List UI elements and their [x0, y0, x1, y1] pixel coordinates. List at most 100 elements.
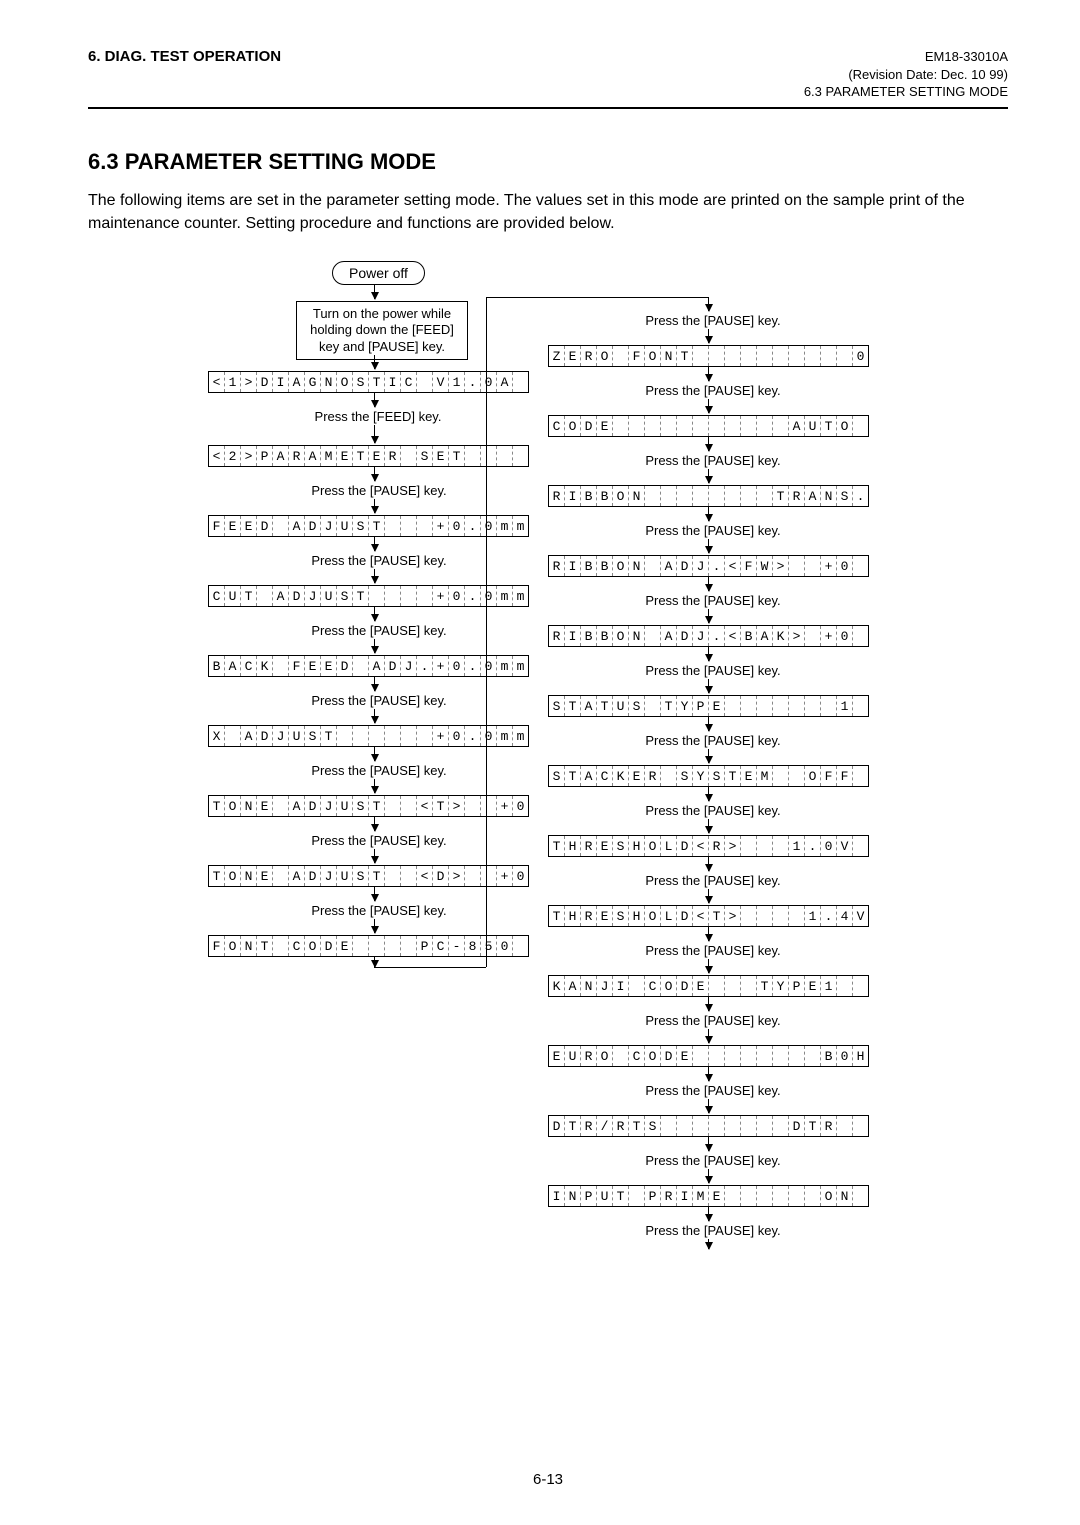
arrow-down [708, 297, 709, 311]
press-pause-label: Press the [PAUSE] key. [618, 663, 808, 678]
arrow-down [708, 857, 709, 871]
lcd-code: CODE AUTO [548, 415, 869, 437]
connector-top-h [486, 297, 708, 298]
arrow-down [374, 639, 375, 653]
intro-paragraph: The following items are set in the param… [88, 189, 1008, 235]
arrow-down [708, 787, 709, 801]
connector-v [374, 957, 375, 967]
arrow-down [708, 609, 709, 623]
lcd-ribbon-fw: RIBBON ADJ.<FW> +0 [548, 555, 869, 577]
arrow-down [374, 499, 375, 513]
arrow-down [708, 367, 709, 381]
arrow-down [708, 889, 709, 903]
press-pause-label: Press the [PAUSE] key. [618, 873, 808, 888]
arrow-down [708, 1029, 709, 1043]
press-pause-label: Press the [PAUSE] key. [284, 833, 474, 848]
arrow-down [374, 919, 375, 933]
arrow-down [708, 507, 709, 521]
connector-riser [486, 297, 487, 967]
press-pause-label: Press the [PAUSE] key. [284, 623, 474, 638]
lcd-parameter-set: <2>PARAMETER SET [208, 445, 529, 467]
arrow-down [708, 329, 709, 343]
arrow-down [708, 469, 709, 483]
arrow-down [708, 997, 709, 1011]
arrow-down [708, 399, 709, 413]
lcd-stacker: STACKER SYSTEM OFF [548, 765, 869, 787]
press-pause-label: Press the [PAUSE] key. [284, 483, 474, 498]
arrow-down [374, 817, 375, 831]
arrow-down [708, 749, 709, 763]
press-pause-label: Press the [PAUSE] key. [618, 313, 808, 328]
lcd-status-type: STATUS TYPE 1 [548, 695, 869, 717]
lcd-back-feed: BACK FEED ADJ.+0.0mm [208, 655, 529, 677]
page-number: 6-13 [88, 1471, 1008, 1488]
arrow-down [708, 1099, 709, 1113]
arrow-down [708, 437, 709, 451]
lcd-font-code: FONT CODE PC-850 [208, 935, 529, 957]
arrow-down [374, 425, 375, 443]
arrow-down [374, 285, 375, 299]
lcd-euro: EURO CODE B0H [548, 1045, 869, 1067]
lcd-zero-font: ZERO FONT 0 [548, 345, 869, 367]
flow-diagram: Power off Turn on the power while holdin… [188, 261, 908, 1441]
doc-code: EM18-33010A [804, 48, 1008, 66]
arrow-down [374, 355, 375, 369]
arrow-down [374, 779, 375, 793]
arrow-down [708, 679, 709, 693]
arrow-down [374, 537, 375, 551]
arrow-down [374, 747, 375, 761]
lcd-diagnostic: <1>DIAGNOSTIC V1.0A [208, 371, 529, 393]
arrow-down [708, 717, 709, 731]
press-pause-label: Press the [PAUSE] key. [618, 1013, 808, 1028]
press-pause-label: Press the [PAUSE] key. [618, 1083, 808, 1098]
press-pause-label: Press the [PAUSE] key. [284, 903, 474, 918]
press-pause-label: Press the [PAUSE] key. [618, 383, 808, 398]
arrow-down [708, 959, 709, 973]
press-pause-label: Press the [PAUSE] key. [284, 693, 474, 708]
doc-revision: (Revision Date: Dec. 10 99) [804, 66, 1008, 84]
press-pause-label: Press the [PAUSE] key. [618, 733, 808, 748]
lcd-tone-t: TONE ADJUST <T> +0 [208, 795, 529, 817]
press-pause-label: Press the [PAUSE] key. [618, 453, 808, 468]
lcd-ribbon-bak: RIBBON ADJ.<BAK> +0 [548, 625, 869, 647]
arrow-down [708, 1239, 709, 1249]
header-rule [88, 107, 1008, 109]
arrow-down [374, 393, 375, 407]
lcd-feed-adjust: FEED ADJUST +0.0mm [208, 515, 529, 537]
arrow-down [708, 1067, 709, 1081]
lcd-threshold-t: THRESHOLD<T> 1.4V [548, 905, 869, 927]
connector-h [374, 967, 486, 968]
arrow-down [708, 1207, 709, 1221]
arrow-down [708, 647, 709, 661]
press-feed-label: Press the [FEED] key. [288, 409, 468, 424]
lcd-cut-adjust: CUT ADJUST +0.0mm [208, 585, 529, 607]
arrow-down [708, 1137, 709, 1151]
arrow-down [374, 709, 375, 723]
lcd-input-prime: INPUT PRIME ON [548, 1185, 869, 1207]
arrow-down [374, 849, 375, 863]
lcd-tone-d: TONE ADJUST <D> +0 [208, 865, 529, 887]
arrow-down [708, 539, 709, 553]
turn-on-box: Turn on the power while holding down the… [296, 301, 468, 360]
press-pause-label: Press the [PAUSE] key. [618, 1153, 808, 1168]
section-left: 6. DIAG. TEST OPERATION [88, 48, 281, 65]
lcd-threshold-r: THRESHOLD<R> 1.0V [548, 835, 869, 857]
press-pause-label: Press the [PAUSE] key. [284, 763, 474, 778]
arrow-down [374, 677, 375, 691]
arrow-down [708, 819, 709, 833]
arrow-down [374, 887, 375, 901]
lcd-x-adjust: X ADJUST +0.0mm [208, 725, 529, 747]
header-right: EM18-33010A (Revision Date: Dec. 10 99) … [804, 48, 1008, 101]
press-pause-label: Press the [PAUSE] key. [618, 943, 808, 958]
arrow-down [374, 607, 375, 621]
press-pause-label: Press the [PAUSE] key. [618, 593, 808, 608]
arrow-down [374, 569, 375, 583]
lcd-kanji: KANJI CODE TYPE1 [548, 975, 869, 997]
press-pause-label: Press the [PAUSE] key. [284, 553, 474, 568]
arrow-down [708, 927, 709, 941]
press-pause-label: Press the [PAUSE] key. [618, 803, 808, 818]
arrow-down [708, 1169, 709, 1183]
lcd-dtr-rts: DTR/RTS DTR [548, 1115, 869, 1137]
lcd-ribbon: RIBBON TRANS. [548, 485, 869, 507]
arrow-down [374, 467, 375, 481]
